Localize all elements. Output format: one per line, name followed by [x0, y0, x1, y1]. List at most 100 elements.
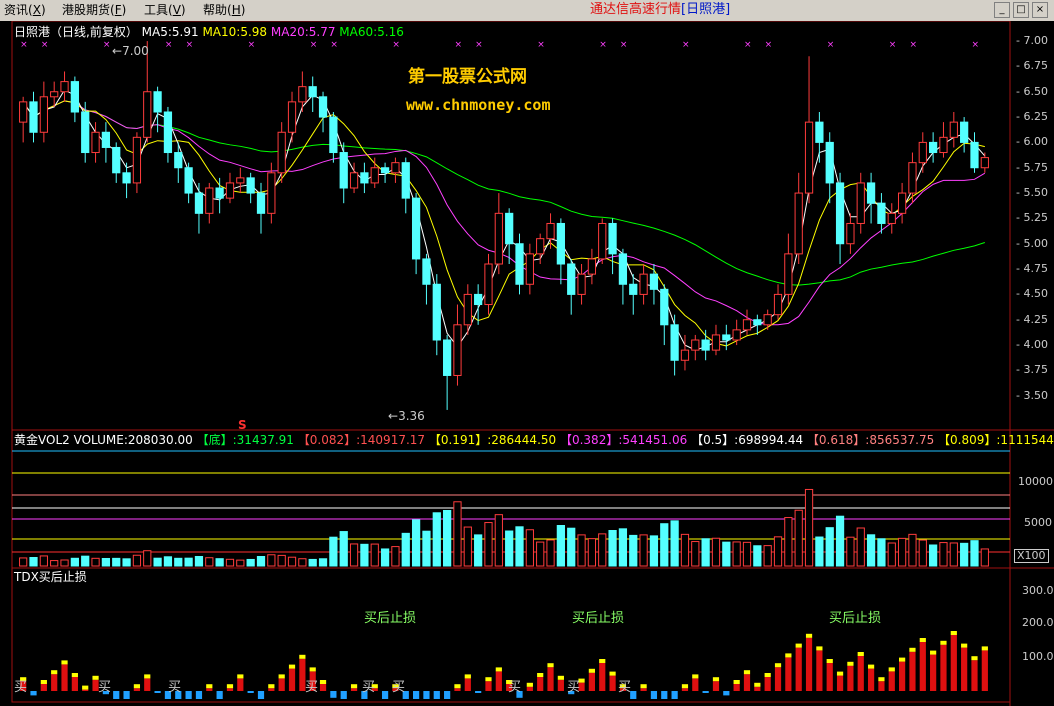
candle-body: [308, 86, 317, 98]
indicator-cap: [774, 663, 782, 668]
indicator-bar: [61, 664, 68, 691]
indicator-cap: [71, 673, 78, 677]
price-tick: - 5.25: [1016, 211, 1048, 225]
indicator-bar: [599, 663, 606, 691]
menu-help[interactable]: 帮助(H): [203, 2, 245, 18]
indicator-cap: [133, 684, 141, 689]
volume-bar: [732, 541, 741, 567]
volume-bar: [691, 541, 700, 567]
high-mark: ←7.00: [112, 44, 149, 58]
indicator-neg-bar: [330, 691, 337, 698]
volume-bar: [101, 557, 111, 567]
indicator-cap: [961, 643, 968, 648]
volume-bar: [360, 543, 369, 567]
minimize-icon[interactable]: _: [994, 2, 1010, 18]
indicator-bars: [20, 631, 988, 699]
indicator-neg-bar: [30, 691, 37, 696]
candle-body: [722, 334, 731, 341]
volume-bars: [12, 450, 1010, 567]
x-marker: ×: [41, 40, 49, 50]
candle-body: [742, 319, 752, 331]
indicator-bar: [733, 684, 740, 691]
indicator-cap: [640, 684, 647, 689]
indicator-cap: [319, 680, 327, 684]
candle-body: [370, 167, 379, 184]
indicator-bar: [537, 677, 544, 691]
candle-body: [194, 192, 204, 214]
frame: [11, 21, 1011, 703]
ind-axis-200: 200.0: [1022, 616, 1054, 629]
indicator-bar: [764, 677, 771, 691]
volume-bar: [29, 557, 38, 567]
indicator-bar: [930, 654, 937, 691]
candle-body: [877, 202, 886, 224]
price-tick: - 3.50: [1016, 388, 1048, 402]
candle-body: [474, 293, 483, 306]
indicator-cap: [754, 682, 761, 687]
x-marker: ×: [310, 40, 318, 50]
indicator-bar: [588, 672, 595, 691]
candle-body: [939, 136, 948, 154]
indicator-neg-bar: [630, 691, 637, 699]
volume-bar: [587, 538, 597, 567]
volume-bar: [649, 535, 659, 567]
indicator-bar: [805, 637, 813, 691]
volume-levels: 【底】:31437.91 【0.082】:140917.17 【0.191】:2…: [197, 433, 1054, 447]
volume-bar: [525, 529, 534, 567]
indicator-bar: [795, 647, 802, 691]
volume-bar: [484, 522, 493, 567]
x-marker: ×: [392, 40, 400, 50]
indicator-bar: [557, 679, 564, 691]
buy-marker: 买: [14, 680, 28, 695]
price-tick: - 5.75: [1016, 160, 1048, 174]
volume-bar: [556, 525, 565, 567]
candle-body: [711, 334, 721, 351]
price-tick: - 3.75: [1016, 363, 1048, 377]
indicator-cap: [557, 675, 564, 680]
x-marker: ×: [330, 40, 338, 50]
top-x-markers: × × × × × × × × × × × × × × × × × × × × ×: [20, 40, 979, 50]
volume-bar: [567, 527, 576, 567]
close-icon[interactable]: ×: [1032, 2, 1048, 18]
candle-body: [205, 187, 214, 214]
indicator-cap: [454, 684, 461, 689]
volume-bar: [453, 501, 462, 567]
volume-bar: [515, 526, 524, 567]
price-tick: - 7.00: [1016, 34, 1048, 48]
indicator-cap: [836, 671, 844, 676]
indicator-cap: [526, 682, 533, 687]
candle-body: [918, 141, 927, 164]
indicator-cap: [226, 684, 234, 689]
menu-tools[interactable]: 工具(V): [144, 2, 186, 18]
indicator-bar: [71, 677, 78, 691]
indicator-cap: [464, 674, 471, 679]
volume-bar: [19, 557, 28, 567]
volume-bar: [846, 536, 855, 567]
volume-bar: [505, 530, 514, 567]
restore-icon[interactable]: □: [1013, 2, 1029, 18]
indicator-neg-bar: [195, 691, 203, 699]
indicator-bar: [319, 684, 327, 691]
volume-bar: [536, 541, 545, 567]
menu-hk-futures[interactable]: 港股期货(F): [62, 2, 126, 18]
candle-body: [587, 258, 597, 275]
candle-body: [380, 167, 390, 174]
indicator-cap: [981, 646, 988, 651]
indicator-bar: [785, 657, 792, 691]
volume-bar: [939, 542, 948, 567]
indicator-bar: [226, 688, 234, 691]
indicator-cap: [51, 670, 58, 675]
indicator-neg-bar: [413, 691, 420, 699]
volume-bar: [225, 558, 235, 567]
volume-bar: [804, 488, 814, 567]
kline-chart[interactable]: × × × × × × × × × × × × × × × × × × × × ×: [0, 21, 1054, 706]
indicator-cap: [712, 677, 720, 682]
volume-level: 【0.082】:140917.17: [297, 433, 429, 447]
buy-marker: 买: [362, 680, 376, 695]
volume-bar: [753, 545, 762, 567]
menu-news[interactable]: 资讯(X): [4, 2, 46, 18]
indicator-bar: [847, 665, 854, 691]
volume-bar: [577, 534, 586, 567]
volume-unit: X100: [1014, 549, 1049, 563]
candle-body: [773, 293, 783, 316]
